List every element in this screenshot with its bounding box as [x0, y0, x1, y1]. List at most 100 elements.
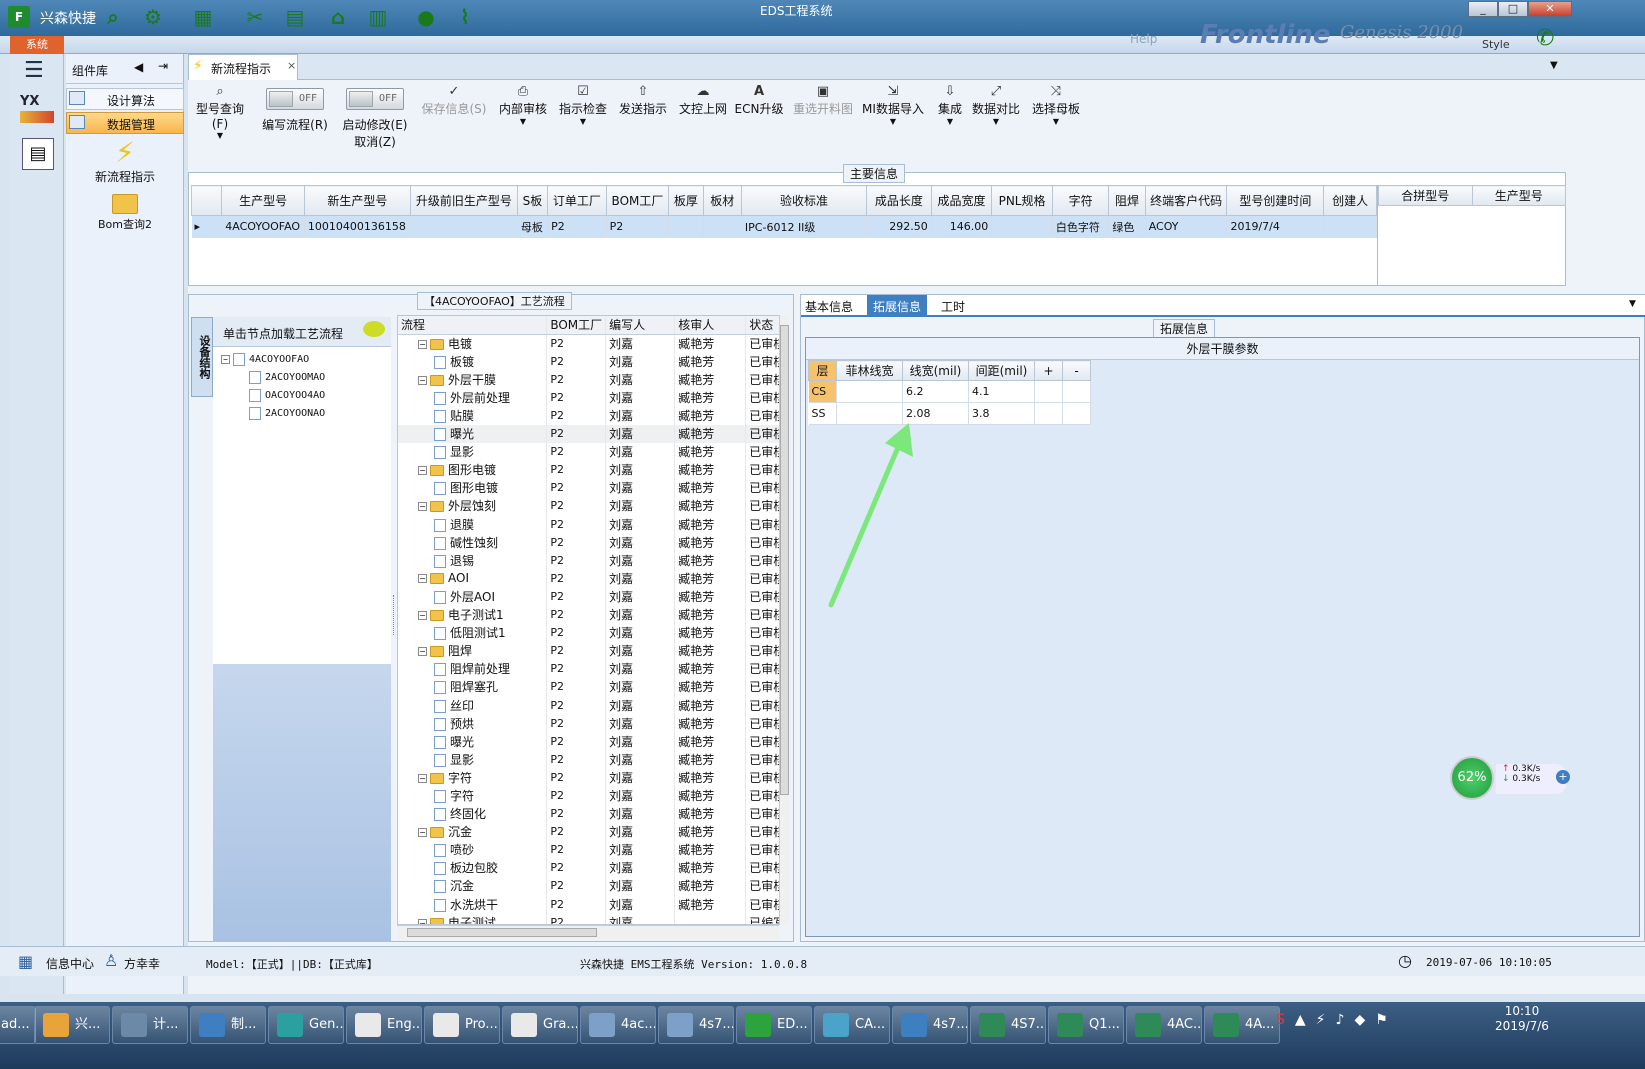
start-edit-toggle[interactable]: OFF 启动修改(E) 取消(Z) [340, 88, 410, 150]
table-cell[interactable]: 白色字符 [1052, 215, 1110, 238]
column-header[interactable]: 核审人 [674, 316, 747, 335]
table-row[interactable]: − 沉金 P2 刘嘉 臧艳芳 已审核 [398, 822, 784, 841]
table-cell[interactable] [703, 215, 742, 238]
table-row[interactable]: − 图形电镀 P2 刘嘉 臧艳芳 已审核 [398, 460, 784, 479]
tab-extended-info[interactable]: 拓展信息 [867, 295, 928, 317]
minimize-button[interactable]: _ [1468, 1, 1498, 17]
scissors-icon[interactable]: ✂ [242, 4, 268, 30]
table-cell[interactable]: P2 [546, 840, 607, 859]
table-row[interactable]: 终固化 P2 刘嘉 臧艳芳 已审核 [398, 804, 784, 823]
table-cell[interactable]: P2 [546, 587, 607, 606]
column-header[interactable]: 升级前旧生产型号 [409, 185, 518, 216]
settings-icon[interactable]: ⚙ [140, 4, 166, 30]
checkbox-icon[interactable] [249, 388, 261, 402]
table-cell[interactable]: P2 [546, 352, 607, 371]
table-cell[interactable]: 臧艳芳 [674, 334, 747, 353]
column-header[interactable]: 成品宽度 [930, 185, 993, 216]
collapse-icon[interactable]: − [221, 354, 230, 364]
table-cell[interactable]: P2 [547, 215, 607, 238]
taskbar-item[interactable]: Gen... [268, 1006, 344, 1044]
table-cell[interactable]: 臧艳芳 [674, 750, 747, 769]
table-cell[interactable]: 臧艳芳 [674, 876, 747, 895]
table-cell[interactable]: 臧艳芳 [674, 659, 747, 678]
taskbar-item[interactable]: 4s7... [658, 1006, 734, 1044]
table-row[interactable]: 低阻测试1 P2 刘嘉 臧艳芳 已审核 [398, 623, 784, 642]
table-cell[interactable]: 臧艳芳 [674, 605, 747, 624]
table-cell[interactable]: 绿色 [1108, 215, 1146, 238]
table-cell[interactable]: P2 [546, 750, 607, 769]
flow-name-cell[interactable]: 低阻测试1 [398, 623, 548, 642]
chart-icon[interactable]: ⌇ [452, 4, 478, 30]
table-cell[interactable] [991, 215, 1053, 238]
table-cell[interactable]: 臧艳芳 [674, 424, 747, 443]
user-icon[interactable]: ● [413, 4, 439, 30]
table-row[interactable]: CS 6.2 4.1 [808, 380, 1091, 403]
taskbar-item[interactable]: ED... [736, 1006, 812, 1044]
taskbar-item[interactable]: Q1... [1048, 1006, 1124, 1044]
taskbar-item[interactable]: 4ac... [580, 1006, 656, 1044]
column-header[interactable]: 编写人 [605, 316, 676, 335]
tree-node[interactable]: 2ACOYOOMAO [221, 369, 391, 387]
close-button[interactable]: ✕ [1528, 1, 1572, 17]
flow-name-cell[interactable]: 阻焊前处理 [398, 659, 548, 678]
table-cell[interactable]: P2 [546, 768, 607, 787]
table-cell[interactable]: P2 [546, 677, 607, 696]
table-cell[interactable]: ACOY [1145, 215, 1228, 238]
flow-name-cell[interactable]: − 字符 [398, 768, 548, 787]
table-row[interactable]: − 电子测试1 P2 刘嘉 臧艳芳 已审核 [398, 605, 784, 624]
collapse-left-icon[interactable]: ◀ [134, 60, 143, 74]
column-header[interactable]: 阻焊 [1108, 185, 1146, 216]
table-cell[interactable]: 3.8 [968, 402, 1035, 425]
column-header[interactable]: 终端客户代码 [1144, 185, 1228, 216]
table-cell[interactable]: P2 [546, 804, 607, 823]
calculator-icon[interactable]: ▤ [282, 4, 308, 30]
table-row[interactable]: 显影 P2 刘嘉 臧艳芳 已审核 [398, 750, 784, 769]
nav-item-data-management[interactable]: 数据管理 [66, 112, 184, 134]
flow-name-cell[interactable]: 预烘 [398, 714, 548, 733]
taskbar-item[interactable]: 4AC... [1126, 1006, 1202, 1044]
table-cell[interactable]: 臧艳芳 [674, 515, 747, 534]
table-cell[interactable]: P2 [546, 641, 607, 660]
button-sublabel[interactable]: 取消(Z) [340, 133, 410, 150]
hamburger-menu-icon[interactable]: ☰ [24, 58, 44, 83]
collapse-icon[interactable]: − [418, 502, 427, 512]
taskbar-item[interactable]: 计... [112, 1006, 188, 1044]
table-cell[interactable] [836, 402, 903, 425]
tab-work-hours[interactable]: 工时 [941, 298, 965, 315]
table-cell[interactable]: P2 [546, 714, 607, 733]
search-icon[interactable]: ⌕ [100, 4, 126, 30]
ime-icon[interactable]: S [1276, 1012, 1295, 1028]
table-cell[interactable]: 臧艳芳 [674, 388, 747, 407]
column-header[interactable]: S板 [516, 185, 549, 216]
table-row[interactable]: − 电子测试 P2 刘嘉 已编写 [398, 913, 784, 924]
table-cell[interactable]: P2 [546, 695, 607, 715]
style-menu[interactable]: Style [1482, 38, 1510, 51]
table-row[interactable]: − 电镀 P2 刘嘉 臧艳芳 已审核 [398, 334, 784, 353]
flow-name-cell[interactable]: − 外层蚀刻 [398, 496, 548, 516]
taskbar-item[interactable]: Eng... [346, 1006, 422, 1044]
table-cell[interactable]: 刘嘉 [605, 352, 676, 371]
table-cell[interactable] [1034, 402, 1063, 425]
table-cell[interactable]: 292.50 [866, 215, 932, 238]
collapse-icon[interactable]: − [418, 375, 427, 385]
column-header[interactable]: 字符 [1051, 185, 1110, 216]
collapse-icon[interactable]: − [418, 828, 427, 838]
column-header[interactable]: 流程 [398, 316, 548, 335]
bom-query-launcher[interactable]: Bom查询2 [66, 190, 184, 236]
flow-name-cell[interactable]: 字符 [398, 786, 548, 805]
table-cell[interactable]: 10010400136158 [304, 215, 411, 238]
table-cell[interactable]: 刘嘉 [605, 732, 676, 751]
table-row[interactable]: 丝印 P2 刘嘉 臧艳芳 已审核 [398, 695, 784, 715]
table-row[interactable]: − 外层蚀刻 P2 刘嘉 臧艳芳 已审核 [398, 496, 784, 516]
table-cell[interactable]: P2 [546, 822, 607, 841]
table-cell[interactable]: 臧艳芳 [674, 822, 747, 841]
table-cell[interactable]: 臧艳芳 [674, 786, 747, 805]
table-cell[interactable] [1062, 402, 1091, 425]
table-cell[interactable]: 臧艳芳 [674, 569, 747, 588]
flow-name-cell[interactable]: − 沉金 [398, 822, 548, 841]
table-cell[interactable]: 刘嘉 [605, 786, 676, 805]
doc-online-button[interactable]: ☁ 文控上网 [676, 84, 730, 117]
checkbox-icon[interactable] [249, 370, 261, 384]
table-row[interactable]: 喷砂 P2 刘嘉 臧艳芳 已审核 [398, 840, 784, 859]
tree-node[interactable]: − 4ACOYOOFAO [221, 351, 391, 369]
